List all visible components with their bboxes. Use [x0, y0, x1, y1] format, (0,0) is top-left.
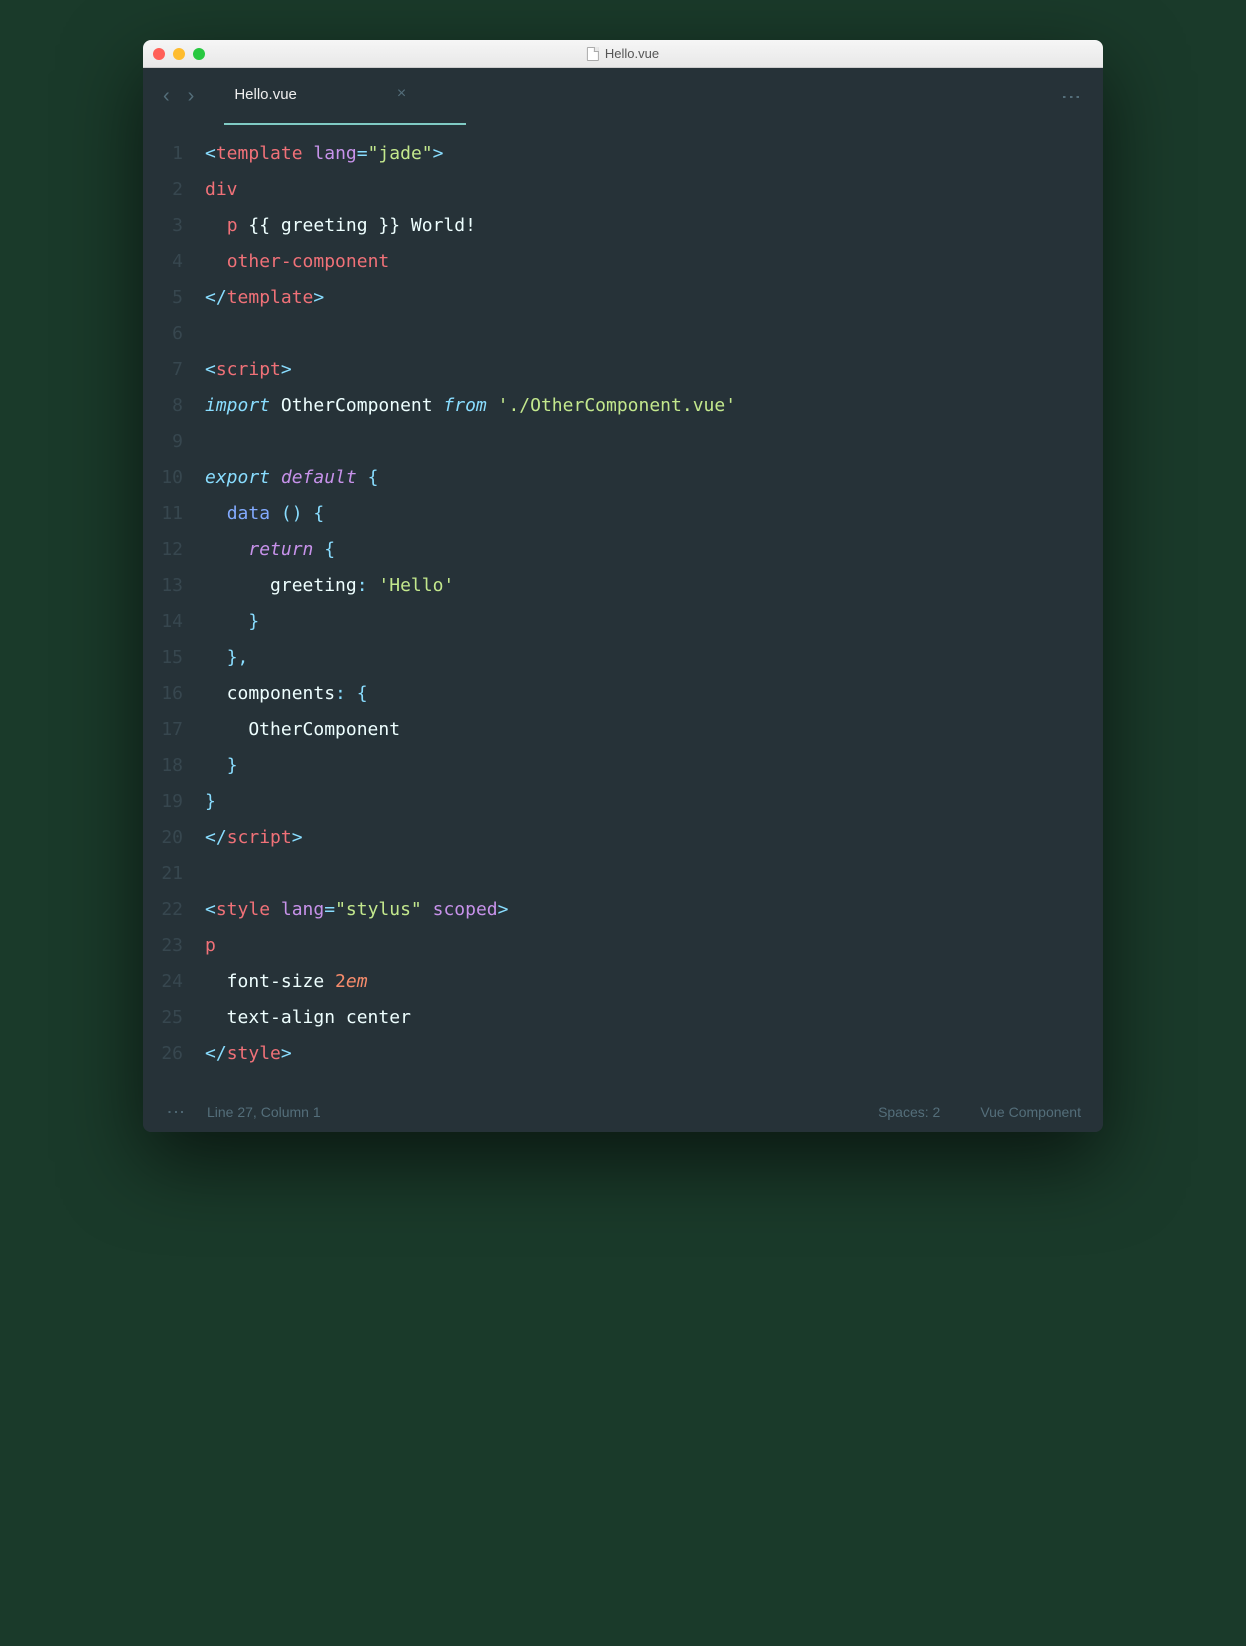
- tab-active-indicator: [224, 123, 466, 125]
- code-line[interactable]: other-component: [205, 244, 1083, 280]
- code-line[interactable]: </template>: [205, 280, 1083, 316]
- line-number: 4: [143, 244, 183, 280]
- editor-window: Hello.vue ‹ › Hello.vue × ⋮ 123456789101…: [143, 40, 1103, 1132]
- line-number: 22: [143, 892, 183, 928]
- code-line[interactable]: }: [205, 784, 1083, 820]
- line-number: 17: [143, 712, 183, 748]
- line-number: 14: [143, 604, 183, 640]
- line-number: 16: [143, 676, 183, 712]
- nav-back-button[interactable]: ‹: [163, 85, 170, 108]
- maximize-window-button[interactable]: [193, 48, 205, 60]
- minimize-window-button[interactable]: [173, 48, 185, 60]
- tab-bar: ‹ › Hello.vue × ⋮: [143, 68, 1103, 124]
- code-line[interactable]: p {{ greeting }} World!: [205, 208, 1083, 244]
- code-line[interactable]: font-size 2em: [205, 964, 1083, 1000]
- code-line[interactable]: p: [205, 928, 1083, 964]
- code-editor[interactable]: 1234567891011121314151617181920212223242…: [143, 124, 1103, 1092]
- code-content[interactable]: <template lang="jade">div p {{ greeting …: [205, 136, 1103, 1072]
- code-line[interactable]: div: [205, 172, 1083, 208]
- code-line[interactable]: <style lang="stylus" scoped>: [205, 892, 1083, 928]
- file-icon: [587, 47, 599, 61]
- status-bar: ⋮ Line 27, Column 1 Spaces: 2 Vue Compon…: [143, 1092, 1103, 1132]
- line-number: 19: [143, 784, 183, 820]
- line-number: 13: [143, 568, 183, 604]
- line-number-gutter: 1234567891011121314151617181920212223242…: [143, 136, 205, 1072]
- line-number: 7: [143, 352, 183, 388]
- code-line[interactable]: greeting: 'Hello': [205, 568, 1083, 604]
- code-line[interactable]: [205, 316, 1083, 352]
- code-line[interactable]: import OtherComponent from './OtherCompo…: [205, 388, 1083, 424]
- line-number: 25: [143, 1000, 183, 1036]
- line-number: 11: [143, 496, 183, 532]
- code-line[interactable]: }: [205, 748, 1083, 784]
- titlebar: Hello.vue: [143, 40, 1103, 68]
- code-line[interactable]: OtherComponent: [205, 712, 1083, 748]
- code-line[interactable]: },: [205, 640, 1083, 676]
- code-line[interactable]: data () {: [205, 496, 1083, 532]
- tab-close-button[interactable]: ×: [397, 85, 406, 103]
- cursor-position[interactable]: Line 27, Column 1: [207, 1104, 321, 1120]
- window-title: Hello.vue: [587, 46, 659, 61]
- code-line[interactable]: }: [205, 604, 1083, 640]
- status-more-button[interactable]: ⋮: [165, 1103, 187, 1121]
- code-line[interactable]: text-align center: [205, 1000, 1083, 1036]
- line-number: 1: [143, 136, 183, 172]
- indentation-setting[interactable]: Spaces: 2: [878, 1104, 940, 1120]
- code-line[interactable]: export default {: [205, 460, 1083, 496]
- syntax-mode[interactable]: Vue Component: [980, 1104, 1081, 1120]
- line-number: 10: [143, 460, 183, 496]
- code-line[interactable]: <template lang="jade">: [205, 136, 1083, 172]
- line-number: 6: [143, 316, 183, 352]
- traffic-lights: [153, 48, 205, 60]
- line-number: 9: [143, 424, 183, 460]
- line-number: 26: [143, 1036, 183, 1072]
- line-number: 8: [143, 388, 183, 424]
- more-menu-button[interactable]: ⋮: [1059, 87, 1083, 105]
- code-line[interactable]: <script>: [205, 352, 1083, 388]
- line-number: 20: [143, 820, 183, 856]
- code-line[interactable]: return {: [205, 532, 1083, 568]
- code-line[interactable]: [205, 856, 1083, 892]
- code-line[interactable]: </style>: [205, 1036, 1083, 1072]
- window-title-text: Hello.vue: [605, 46, 659, 61]
- tab-hello-vue[interactable]: Hello.vue ×: [234, 85, 406, 107]
- nav-forward-button[interactable]: ›: [188, 85, 195, 108]
- line-number: 24: [143, 964, 183, 1000]
- line-number: 3: [143, 208, 183, 244]
- line-number: 15: [143, 640, 183, 676]
- close-window-button[interactable]: [153, 48, 165, 60]
- line-number: 21: [143, 856, 183, 892]
- tab-label: Hello.vue: [234, 86, 297, 103]
- line-number: 18: [143, 748, 183, 784]
- code-line[interactable]: components: {: [205, 676, 1083, 712]
- code-line[interactable]: </script>: [205, 820, 1083, 856]
- line-number: 23: [143, 928, 183, 964]
- line-number: 2: [143, 172, 183, 208]
- line-number: 12: [143, 532, 183, 568]
- line-number: 5: [143, 280, 183, 316]
- code-line[interactable]: [205, 424, 1083, 460]
